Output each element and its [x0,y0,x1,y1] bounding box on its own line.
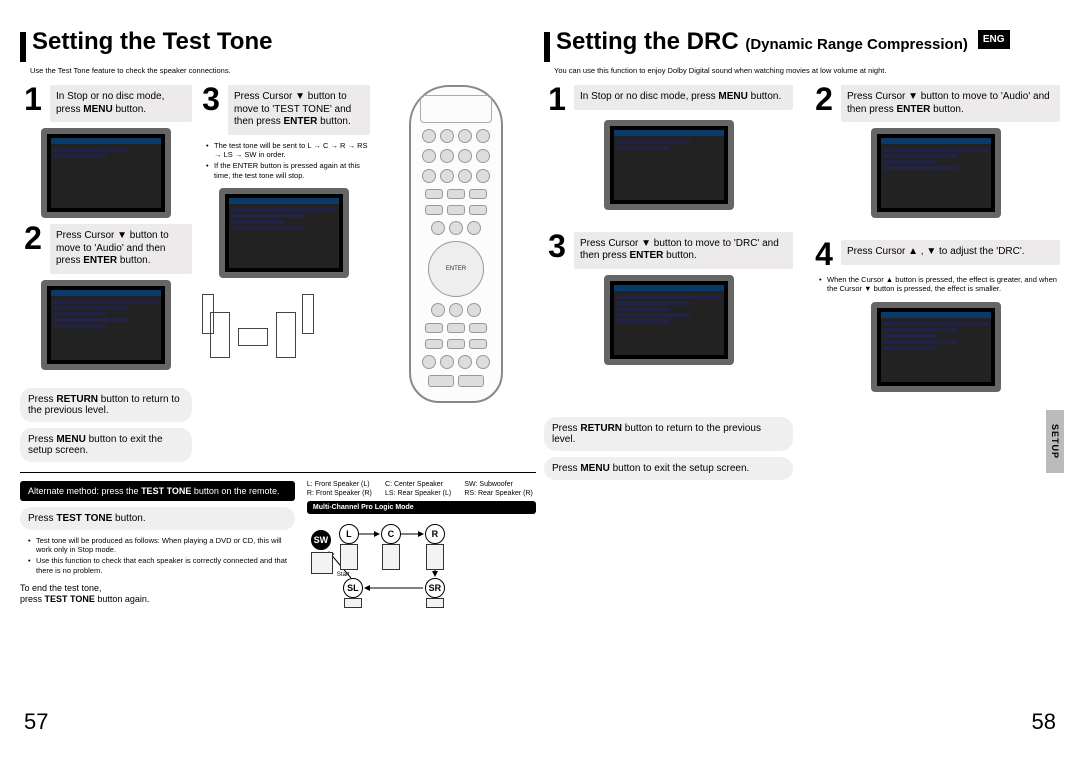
speaker-layout-diagram [198,284,370,374]
r-step-2-text: Press Cursor ▼ button to move to 'Audio'… [841,85,1060,122]
step-3-notes: The test tone will be sent to L → C → R … [198,141,370,183]
setup-side-tab: SETUP [1046,410,1064,473]
step-number: 1 [20,85,46,114]
key-L: L: Front Speaker (L) [307,481,375,488]
left-col-b: 3 Press Cursor ▼ button to move to 'TEST… [198,85,370,462]
right-intro-text: You can use this function to enjoy Dolby… [554,66,1060,75]
test-tone-notes: Test tone will be produced as follows: W… [20,536,295,578]
step-number: 1 [544,85,570,114]
left-page-title: Setting the Test Tone [32,30,272,54]
page-number-57: 57 [24,709,48,735]
step-1-row: 1 In Stop or no disc mode, press MENU bu… [20,85,192,122]
r-step-4-text: Press Cursor ▲ , ▼ to adjust the 'DRC'. [841,240,1060,265]
end-test-tone-b: press TEST TONE button again. [20,594,295,605]
tv-screenshot [871,302,1001,392]
key-RS: RS: Rear Speaker (R) [464,490,536,497]
remote-dpad [428,241,484,297]
step-number: 4 [811,240,837,269]
tv-screenshot [871,128,1001,218]
title-ornament-bar [20,32,26,62]
step-4-row: 4 Press Cursor ▲ , ▼ to adjust the 'DRC'… [811,240,1060,269]
step-2-text: Press Cursor ▼ button to move to 'Audio'… [50,224,192,274]
two-page-spread: Setting the Test Tone Use the Test Tone … [20,30,1060,743]
note-item: Test tone will be produced as follows: W… [28,536,295,555]
title-ornament-bar [544,32,550,62]
alternate-method-banner: Alternate method: press the TEST TONE bu… [20,481,295,501]
menu-instruction-r: Press MENU button to exit the setup scre… [544,457,793,480]
note-item: If the ENTER button is pressed again at … [206,161,370,180]
r-step-1-text: In Stop or no disc mode, press MENU butt… [574,85,793,110]
flow-node-c: C [381,524,401,544]
tv-screenshot [219,188,349,278]
left-title-row: Setting the Test Tone [20,30,536,62]
step-3-row: 3 Press Cursor ▼ button to move to 'TEST… [198,85,370,135]
note-item: Use this function to check that each spe… [28,556,295,575]
r-step-3-text: Press Cursor ▼ button to move to 'DRC' a… [574,232,793,269]
end-test-tone-a: To end the test tone, [20,583,295,594]
speaker-key-legend: L: Front Speaker (L) C: Center Speaker S… [307,481,536,497]
step-number: 3 [198,85,224,114]
key-LS: LS: Rear Speaker (L) [385,490,454,497]
step-2-row: 2 Press Cursor ▼ button to move to 'Audi… [811,85,1060,122]
title-part-a: Setting the DRC [556,28,745,55]
key-C: C: Center Speaker [385,481,454,488]
left-col-remote [376,85,536,462]
page-58: Setting the DRC (Dynamic Range Compressi… [544,30,1060,743]
page-number-58: 58 [1032,709,1056,735]
step-4-note: When the Cursor ▲ button is pressed, the… [811,275,1060,296]
return-instruction: Press RETURN button to return to the pre… [20,388,192,422]
note-item: When the Cursor ▲ button is pressed, the… [819,275,1060,294]
right-col-b: 2 Press Cursor ▼ button to move to 'Audi… [811,85,1060,480]
key-R: R: Front Speaker (R) [307,490,375,497]
flow-node-sr: SR [425,578,445,598]
step-3-text: Press Cursor ▼ button to move to 'TEST T… [228,85,370,135]
manual-spread: Setting the Test Tone Use the Test Tone … [0,0,1080,763]
multichannel-mode-label: Multi-Channel Pro Logic Mode [307,501,536,514]
step-3-row: 3 Press Cursor ▼ button to move to 'DRC'… [544,232,793,269]
flow-start-label: Start [337,572,350,578]
tv-screenshot [41,128,171,218]
title-part-b: (Dynamic Range Compression) [745,36,968,53]
test-tone-button-instruction: Press TEST TONE button. [20,507,295,530]
tv-screenshot [41,280,171,370]
flow-node-r: R [425,524,445,544]
step-1-text: In Stop or no disc mode, press MENU butt… [50,85,192,122]
step-number: 2 [811,85,837,114]
return-instruction-r: Press RETURN button to return to the pre… [544,417,793,451]
remote-display [420,95,492,123]
left-footer-box: Alternate method: press the TEST TONE bu… [20,472,536,610]
left-intro-text: Use the Test Tone feature to check the s… [30,66,536,75]
step-2-row: 2 Press Cursor ▼ button to move to 'Audi… [20,224,192,274]
language-badge: ENG [978,30,1010,49]
page-57: Setting the Test Tone Use the Test Tone … [20,30,536,743]
key-SW: SW: Subwoofer [464,481,536,488]
note-item: The test tone will be sent to L → C → R … [206,141,370,160]
right-page-title: Setting the DRC (Dynamic Range Compressi… [556,30,968,54]
tv-screenshot [604,120,734,210]
tv-screenshot [604,275,734,365]
right-title-row: Setting the DRC (Dynamic Range Compressi… [544,30,1060,62]
menu-instruction: Press MENU button to exit the setup scre… [20,428,192,462]
step-1-row: 1 In Stop or no disc mode, press MENU bu… [544,85,793,114]
flow-node-sl: SL [343,578,363,598]
right-columns: 1 In Stop or no disc mode, press MENU bu… [544,85,1060,480]
flow-node-l: L [339,524,359,544]
remote-control-illustration [409,85,503,403]
step-number: 3 [544,232,570,261]
flow-node-sw: SW [311,530,331,550]
step-number: 2 [20,224,46,253]
speaker-flow-diagram: SW L C R SL SR Start [307,522,457,610]
left-columns: 1 In Stop or no disc mode, press MENU bu… [20,85,536,462]
left-col-a: 1 In Stop or no disc mode, press MENU bu… [20,85,192,462]
right-col-a: 1 In Stop or no disc mode, press MENU bu… [544,85,793,480]
